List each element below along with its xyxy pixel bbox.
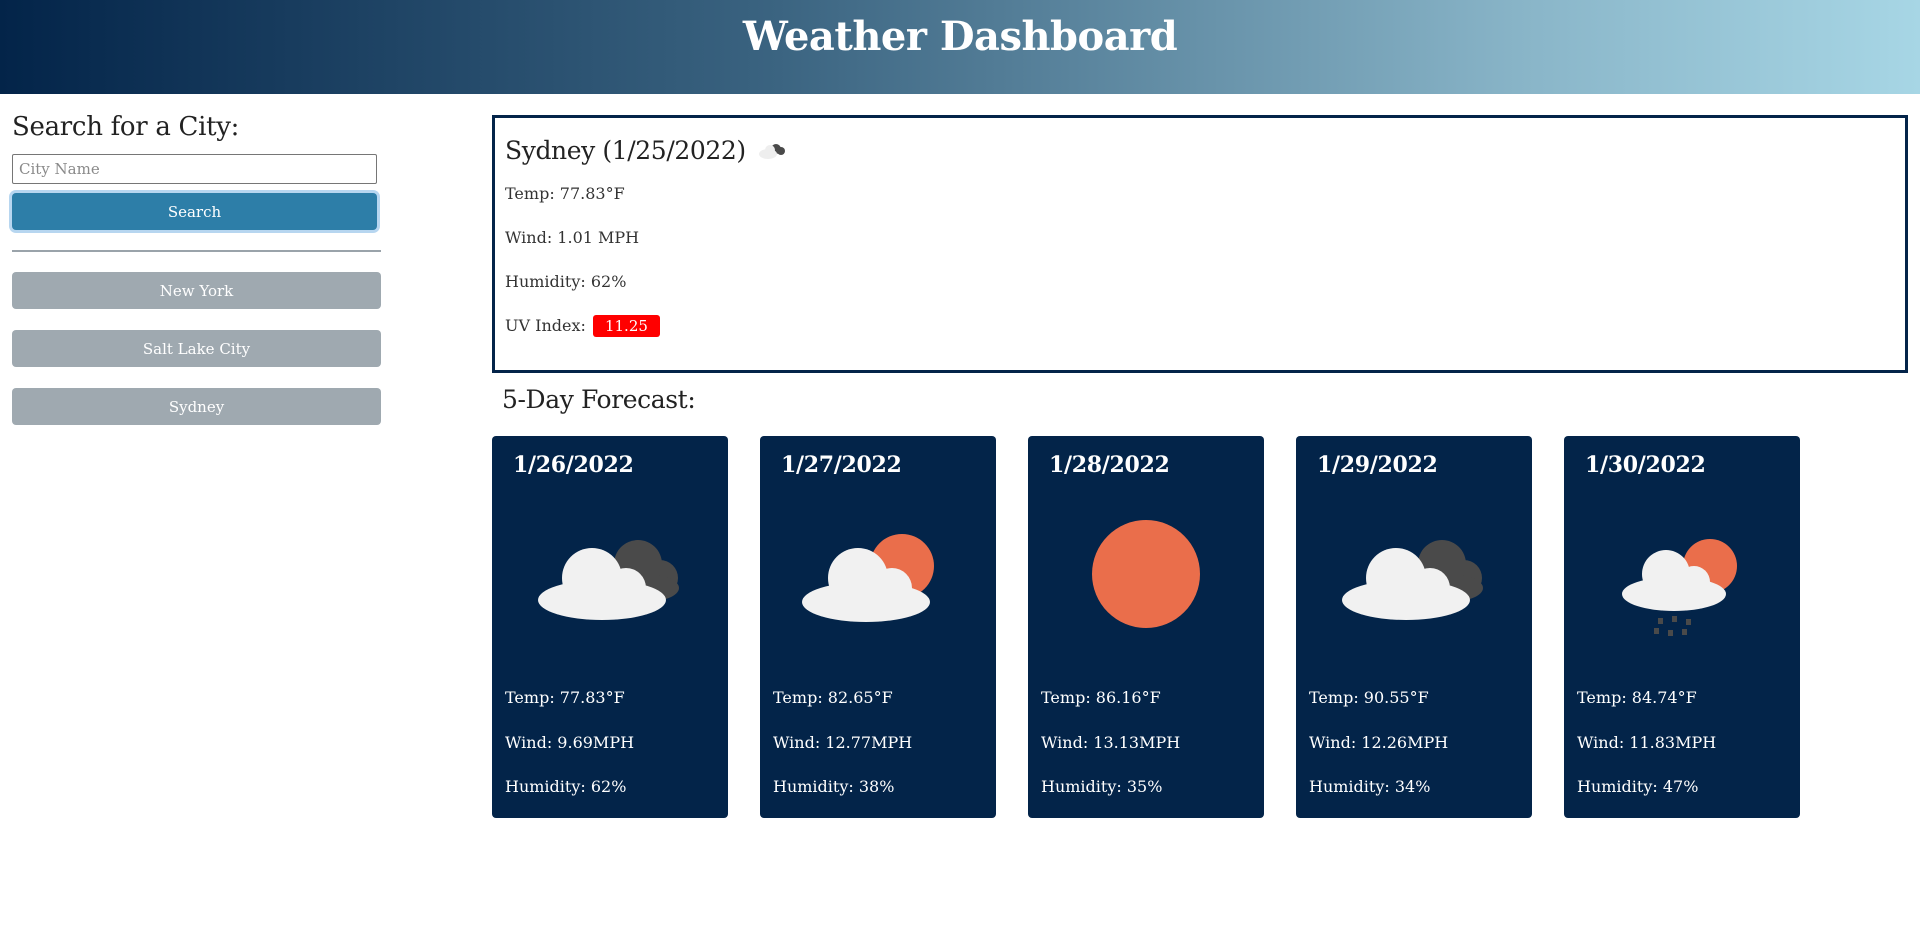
- forecast-humidity: Humidity: 34%: [1309, 777, 1431, 796]
- forecast-wind: Wind: 12.77MPH: [773, 733, 913, 752]
- forecast-date: 1/27/2022: [781, 452, 902, 478]
- broken-clouds-icon: [758, 144, 785, 159]
- forecast-card: 1/27/2022 Temp: 82.65°F Wind: 12.77MPH H…: [760, 436, 996, 818]
- forecast-temp: Temp: 82.65°F: [773, 688, 893, 707]
- forecast-date: 1/29/2022: [1317, 452, 1438, 478]
- page-header: Weather Dashboard: [0, 0, 1920, 94]
- page-title: Weather Dashboard: [742, 12, 1178, 60]
- search-sidebar: Search for a City: Search New York Salt …: [12, 112, 381, 446]
- forecast-humidity: Humidity: 47%: [1577, 777, 1699, 796]
- sidebar-divider: [12, 250, 381, 252]
- forecast-humidity: Humidity: 38%: [773, 777, 895, 796]
- forecast-temp: Temp: 84.74°F: [1577, 688, 1697, 707]
- uv-index-badge: 11.25: [592, 315, 660, 337]
- clear-sun-icon: [1092, 520, 1200, 628]
- rain-sun-icon: [1622, 539, 1737, 636]
- forecast-heading: 5-Day Forecast:: [502, 385, 696, 414]
- forecast-card: 1/26/2022 Temp: 77.83°F Wind: 9.69MPH Hu…: [492, 436, 728, 818]
- search-heading: Search for a City:: [12, 112, 240, 142]
- forecast-cards: 1/26/2022 Temp: 77.83°F Wind: 9.69MPH Hu…: [492, 436, 1800, 818]
- current-temp: Temp: 77.83°F: [505, 184, 625, 203]
- forecast-date: 1/28/2022: [1049, 452, 1170, 478]
- forecast-temp: Temp: 86.16°F: [1041, 688, 1161, 707]
- history-button-salt-lake-city[interactable]: Salt Lake City: [12, 330, 381, 367]
- forecast-date: 1/30/2022: [1585, 452, 1706, 478]
- search-button[interactable]: Search: [12, 193, 377, 230]
- current-uv-row: UV Index: 11.25: [505, 315, 1895, 337]
- partly-cloudy-icon: [802, 534, 934, 622]
- history-button-sydney[interactable]: Sydney: [12, 388, 381, 425]
- forecast-wind: Wind: 13.13MPH: [1041, 733, 1181, 752]
- forecast-card: 1/28/2022 Temp: 86.16°F Wind: 13.13MPH H…: [1028, 436, 1264, 818]
- broken-clouds-icon: [538, 540, 679, 620]
- forecast-humidity: Humidity: 62%: [505, 777, 627, 796]
- current-wind: Wind: 1.01 MPH: [505, 228, 640, 247]
- forecast-wind: Wind: 12.26MPH: [1309, 733, 1449, 752]
- city-search-input[interactable]: [12, 154, 377, 184]
- current-city-date: Sydney (1/25/2022): [505, 135, 746, 165]
- forecast-temp: Temp: 90.55°F: [1309, 688, 1429, 707]
- current-weather-panel: Sydney (1/25/2022) Temp: 77.83°F Wind: 1…: [492, 115, 1908, 373]
- forecast-card: 1/30/2022 Temp: 84.74°F Wind: 11.83MPH H…: [1564, 436, 1800, 818]
- current-humidity: Humidity: 62%: [505, 272, 627, 291]
- forecast-humidity: Humidity: 35%: [1041, 777, 1163, 796]
- forecast-wind: Wind: 9.69MPH: [505, 733, 635, 752]
- forecast-temp: Temp: 77.83°F: [505, 688, 625, 707]
- history-button-new-york[interactable]: New York: [12, 272, 381, 309]
- broken-clouds-icon: [1342, 540, 1483, 620]
- uv-index-label: UV Index:: [505, 316, 586, 335]
- forecast-date: 1/26/2022: [513, 452, 634, 478]
- current-weather-header: Sydney (1/25/2022): [505, 134, 1895, 166]
- forecast-wind: Wind: 11.83MPH: [1577, 733, 1717, 752]
- forecast-card: 1/29/2022 Temp: 90.55°F Wind: 12.26MPH H…: [1296, 436, 1532, 818]
